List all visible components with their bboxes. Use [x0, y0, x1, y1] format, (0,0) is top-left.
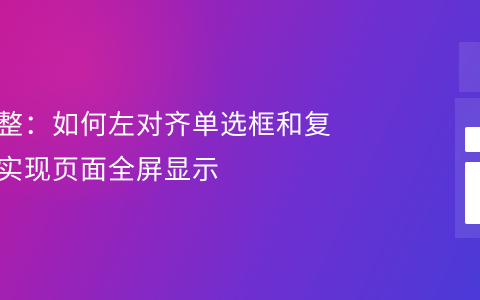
- banner-title-line-2: 实现页面全屏显示: [0, 155, 220, 186]
- banner-title: 整：如何左对齐单选框和复 实现页面全屏显示: [0, 103, 332, 193]
- decorative-square: [459, 42, 480, 92]
- banner-title-line-1: 整：如何左对齐单选框和复: [0, 110, 332, 141]
- article-banner: 整：如何左对齐单选框和复 实现页面全屏显示: [0, 0, 480, 300]
- info-icon-dot: [465, 127, 480, 152]
- info-icon-stem: [465, 162, 480, 224]
